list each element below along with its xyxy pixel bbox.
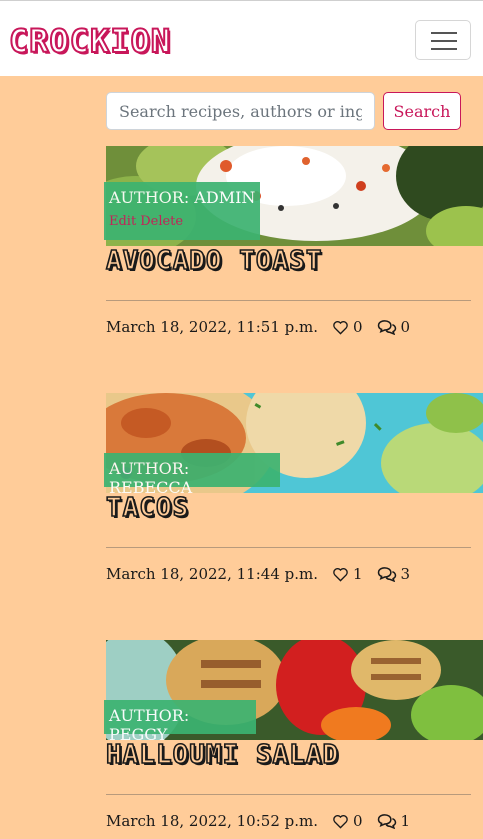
- author-label: AUTHOR: PEGGY: [109, 706, 190, 744]
- post-date: March 18, 2022, 11:51 p.m.: [106, 318, 318, 336]
- heart-icon: [333, 814, 348, 829]
- navbar-toggler-button[interactable]: [415, 20, 471, 60]
- like-count[interactable]: 0: [332, 812, 363, 830]
- like-count[interactable]: 0: [332, 318, 363, 336]
- post-meta: March 18, 2022, 11:51 p.m. 0 0: [106, 318, 410, 336]
- brand-logo[interactable]: CROCKION: [8, 22, 171, 60]
- comment-count[interactable]: 1: [377, 812, 410, 830]
- comment-count[interactable]: 3: [377, 565, 410, 583]
- post-meta: March 18, 2022, 11:44 p.m. 1 3: [106, 565, 410, 583]
- post-meta: March 18, 2022, 10:52 p.m. 0 1: [106, 812, 410, 830]
- divider: [106, 547, 471, 548]
- recipe-card: AUTHOR: REBECCA TACOS March 18, 2022, 11…: [104, 393, 483, 593]
- author-label: AUTHOR: ADMIN: [109, 188, 256, 207]
- post-date: March 18, 2022, 10:52 p.m.: [106, 812, 318, 830]
- like-count[interactable]: 1: [332, 565, 363, 583]
- comments-icon: [377, 567, 396, 582]
- delete-link[interactable]: Delete: [140, 214, 183, 229]
- author-badge: AUTHOR: ADMIN Edit Delete: [104, 182, 260, 240]
- author-badge: AUTHOR: PEGGY: [104, 700, 256, 744]
- edit-link[interactable]: Edit: [109, 214, 136, 229]
- comments-icon: [377, 814, 396, 829]
- search-input[interactable]: [106, 92, 375, 130]
- recipe-card: AUTHOR: ADMIN Edit Delete AVOCADO TOAST M…: [104, 146, 483, 346]
- divider: [106, 300, 471, 301]
- post-date: March 18, 2022, 11:44 p.m.: [106, 565, 318, 583]
- search-button[interactable]: Search: [383, 92, 461, 130]
- heart-icon: [333, 567, 348, 582]
- recipe-title[interactable]: TACOS: [105, 492, 189, 524]
- heart-icon: [333, 320, 348, 335]
- recipe-card: AUTHOR: PEGGY HALLOUMI SALAD March 18, 2…: [104, 640, 483, 839]
- recipe-title[interactable]: AVOCADO TOAST: [105, 245, 323, 277]
- divider: [106, 794, 471, 795]
- hamburger-icon: [431, 32, 457, 34]
- author-label: AUTHOR: REBECCA: [109, 459, 193, 497]
- comments-icon: [377, 320, 396, 335]
- author-badge: AUTHOR: REBECCA: [104, 453, 280, 497]
- comment-count[interactable]: 0: [377, 318, 410, 336]
- navbar: CROCKION: [0, 0, 483, 76]
- recipe-title[interactable]: HALLOUMI SALAD: [105, 739, 339, 771]
